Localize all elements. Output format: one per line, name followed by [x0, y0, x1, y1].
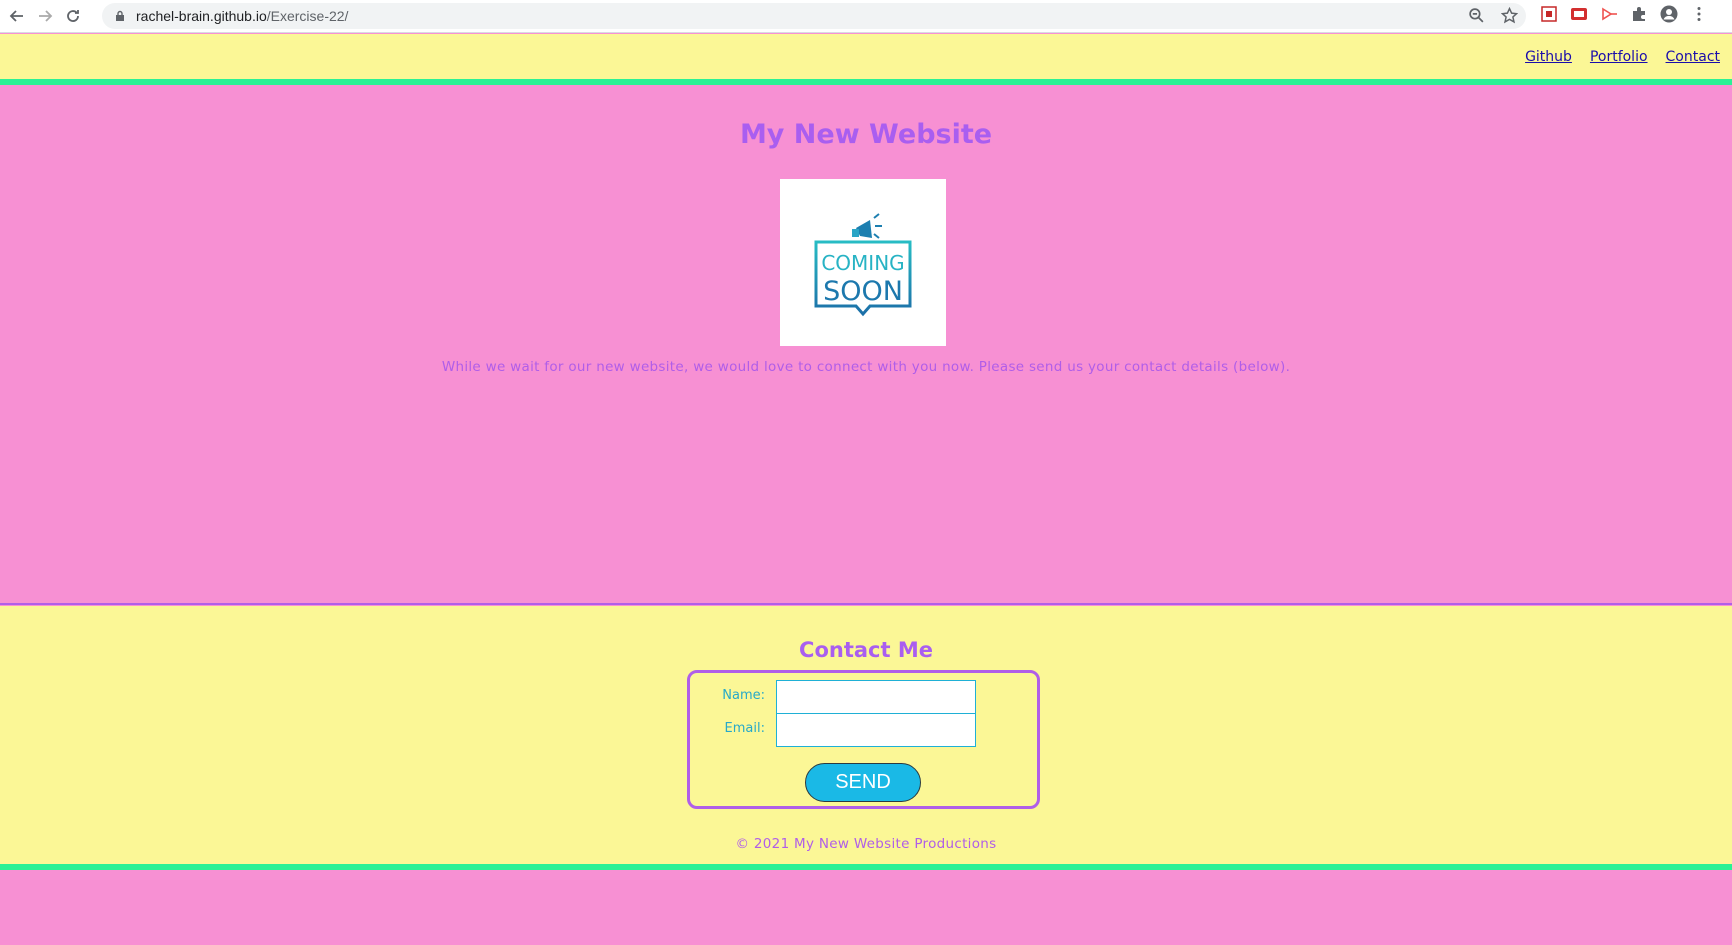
zoom-icon[interactable]	[1468, 7, 1485, 24]
cast-extension-icon[interactable]	[1600, 5, 1618, 23]
address-bar[interactable]: rachel-brain.github.io/Exercise-22/	[102, 3, 1526, 29]
megaphone-icon	[852, 212, 882, 239]
nav-link-portfolio[interactable]: Portfolio	[1590, 49, 1648, 65]
svg-text:COMING: COMING	[821, 251, 904, 275]
hero-section: My New Website COMING SOON While we wait…	[0, 91, 1732, 605]
copyright-text: © 2021 My New Website Productions	[735, 836, 997, 852]
site-nav: Github Portfolio Contact	[1525, 49, 1720, 65]
lock-icon	[116, 10, 124, 21]
coming-soon-graphic: COMING SOON	[814, 212, 912, 316]
browser-toolbar: rachel-brain.github.io/Exercise-22/	[0, 0, 1732, 33]
bookmark-star-icon[interactable]	[1501, 7, 1518, 24]
reload-icon[interactable]	[62, 5, 84, 27]
site-header: Github Portfolio Contact	[0, 34, 1732, 85]
forward-icon[interactable]	[34, 5, 56, 27]
name-input[interactable]	[776, 680, 976, 714]
name-label: Name:	[722, 688, 765, 703]
url-text: rachel-brain.github.io/Exercise-22/	[136, 8, 349, 24]
nav-link-contact[interactable]: Contact	[1666, 49, 1720, 65]
contact-section: Contact Me Name: Email: SEND © 2021 My N…	[0, 606, 1732, 870]
hero-description: While we wait for our new website, we wo…	[441, 359, 1291, 375]
extension-icon[interactable]	[1540, 5, 1558, 23]
contact-title: Contact Me	[799, 638, 933, 662]
profile-avatar-icon[interactable]	[1660, 5, 1678, 23]
email-label: Email:	[724, 721, 765, 736]
back-icon[interactable]	[6, 5, 28, 27]
pdf-extension-icon[interactable]	[1570, 5, 1588, 23]
nav-link-github[interactable]: Github	[1525, 49, 1572, 65]
puzzle-icon[interactable]	[1630, 5, 1648, 23]
email-row: Email:	[690, 713, 1037, 747]
coming-soon-image: COMING SOON	[780, 179, 946, 346]
email-input[interactable]	[776, 713, 976, 747]
menu-kebab-icon[interactable]	[1690, 5, 1708, 23]
send-button[interactable]: SEND	[805, 763, 921, 802]
contact-form: Name: Email: SEND	[687, 670, 1040, 809]
page-title: My New Website	[739, 119, 993, 150]
name-row: Name:	[690, 680, 1037, 714]
svg-text:SOON: SOON	[823, 276, 903, 307]
